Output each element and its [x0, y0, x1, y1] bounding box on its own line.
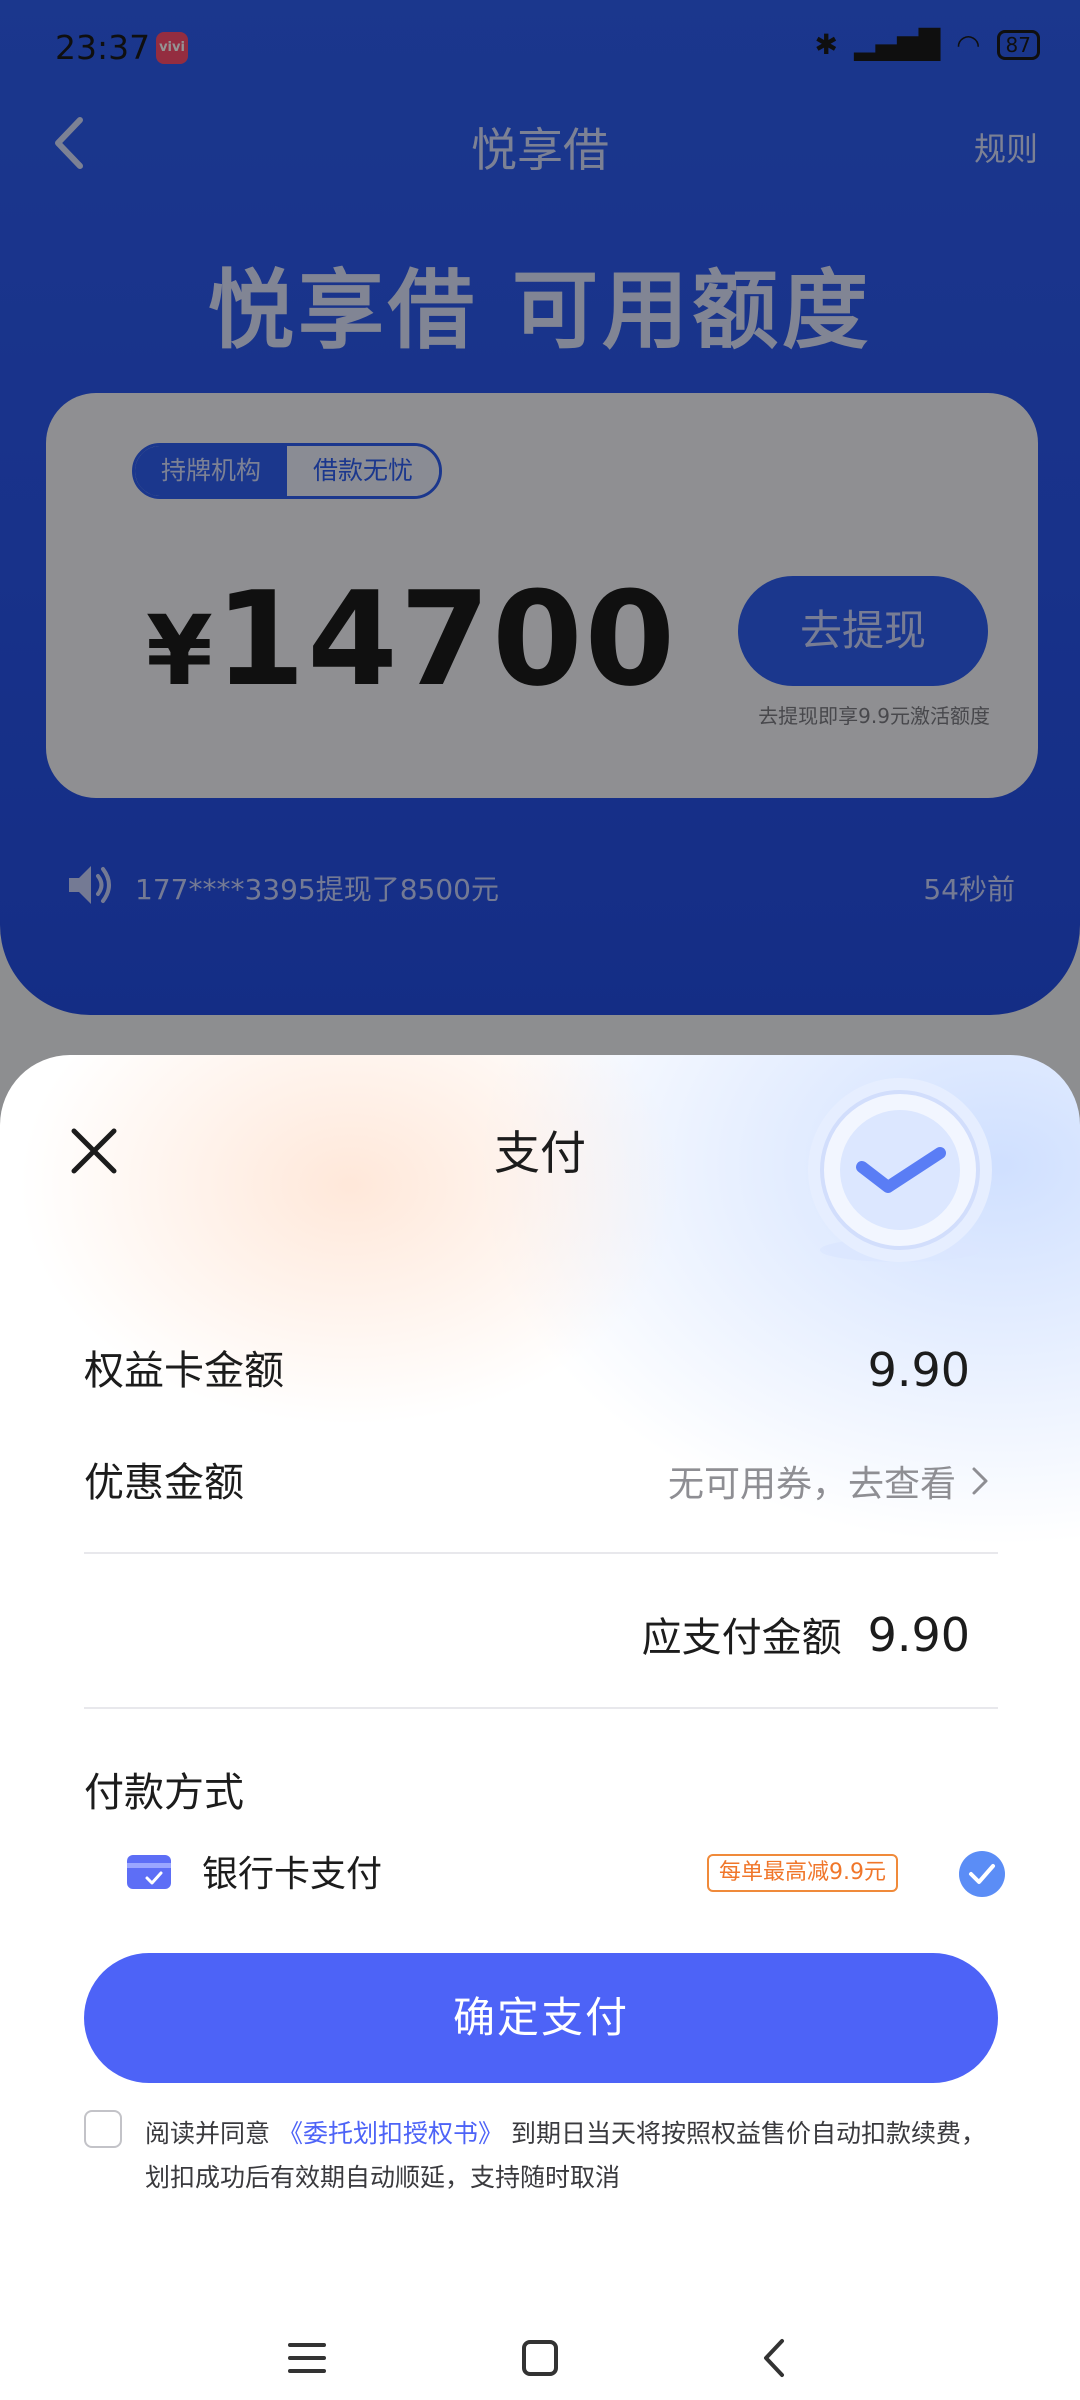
home-icon[interactable]	[515, 2333, 565, 2383]
check-coin-icon	[808, 1078, 992, 1262]
agreement-text: 阅读并同意 《委托划扣授权书》 到期日当天将按照权益售价自动扣款续费，划扣成功后…	[145, 2112, 995, 2200]
back-icon[interactable]	[750, 2333, 800, 2383]
confirm-pay-button[interactable]: 确定支付	[84, 1953, 998, 2083]
bank-card-method-label[interactable]: 银行卡支付	[202, 1845, 382, 1897]
agreement-checkbox[interactable]	[84, 2110, 122, 2148]
menu-icon[interactable]	[282, 2333, 332, 2383]
authorization-link[interactable]: 《委托划扣授权书》	[278, 2119, 503, 2148]
agreement-suffix: 到期日当天将按照权益售价自动扣款续费，划扣成功后有效期自动顺延，支持随时取消	[145, 2119, 986, 2192]
payment-sheet: 支付 权益卡金额 9.90 优惠金额 无可用券，去查看 应支付金额 9.90 付…	[0, 1055, 1080, 2400]
due-label: 应支付金额	[641, 1615, 842, 1661]
discount-label: 优惠金额	[84, 1460, 244, 1506]
divider	[84, 1552, 998, 1554]
due-value: 9.90	[867, 1608, 970, 1662]
payment-method-title: 付款方式	[84, 1770, 244, 1816]
coupon-text: 无可用券，去查看	[667, 1464, 956, 1505]
agreement-prefix: 阅读并同意	[145, 2119, 271, 2148]
system-nav-bar	[0, 2325, 1080, 2395]
divider	[84, 1707, 998, 1709]
bank-card-icon	[127, 1855, 171, 1889]
chevron-right-icon	[972, 1467, 988, 1495]
selected-check-icon[interactable]	[958, 1850, 1006, 1898]
card-amount-label: 权益卡金额	[84, 1348, 284, 1394]
amount-due: 应支付金额 9.90	[642, 1605, 970, 1663]
coupon-link[interactable]: 无可用券，去查看	[668, 1455, 990, 1507]
card-amount-value: 9.90	[867, 1343, 970, 1397]
promo-badge: 每单最高减9.9元	[707, 1854, 898, 1892]
